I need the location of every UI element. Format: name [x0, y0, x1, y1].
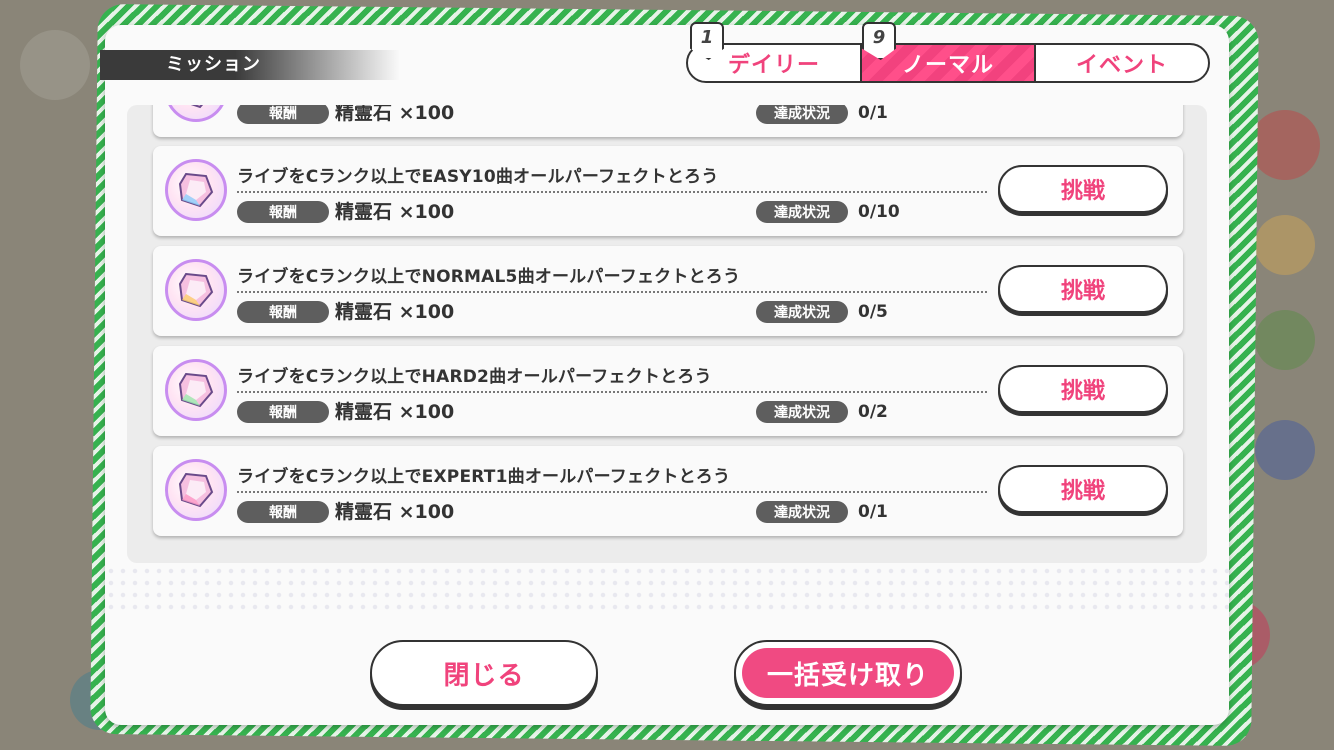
- spirit-stone-icon: [165, 105, 227, 122]
- mission-title: ライブをCランク以上でHARD2曲オールパーフェクトとろう: [237, 367, 712, 387]
- progress-value: 0/5: [858, 302, 888, 322]
- dialog-title: ミッション: [100, 50, 400, 80]
- background-blob: [1255, 420, 1315, 480]
- reward-label: 報酬: [237, 301, 329, 323]
- challenge-button[interactable]: 挑戦: [998, 465, 1168, 513]
- spirit-stone-icon: [165, 359, 227, 421]
- spirit-stone-icon: [165, 459, 227, 521]
- reward-value: 精霊石 ×100: [335, 201, 455, 223]
- list-item: 報酬 精霊石 ×100 達成状況 0/1: [153, 105, 1183, 137]
- tab-daily-label: デイリー: [727, 53, 820, 78]
- tab-event-label: イベント: [1075, 53, 1168, 78]
- status-label: 達成状況: [756, 301, 848, 323]
- mission-title: ライブをCランク以上でEXPERT1曲オールパーフェクトとろう: [237, 467, 731, 487]
- divider: [237, 391, 987, 393]
- reward-value: 精霊石 ×100: [335, 105, 455, 124]
- collect-all-button-label: 一括受け取り: [766, 660, 929, 691]
- spirit-stone-icon: [165, 159, 227, 221]
- progress-value: 0/1: [858, 502, 888, 522]
- reward-label: 報酬: [237, 501, 329, 523]
- mission-list[interactable]: 報酬 精霊石 ×100 達成状況 0/1 ライブをCランク以上でEASY10曲オ…: [127, 105, 1207, 563]
- divider: [237, 191, 987, 193]
- close-button-label: 閉じる: [443, 660, 525, 691]
- reward-label: 報酬: [237, 401, 329, 423]
- divider: [237, 291, 987, 293]
- background-blob: [1255, 310, 1315, 370]
- challenge-button[interactable]: 挑戦: [998, 365, 1168, 413]
- reward-value: 精霊石 ×100: [335, 401, 455, 423]
- mission-title: ライブをCランク以上でNORMAL5曲オールパーフェクトとろう: [237, 267, 741, 287]
- list-item: ライブをCランク以上でEXPERT1曲オールパーフェクトとろう 報酬 精霊石 ×…: [153, 446, 1183, 536]
- status-label: 達成状況: [756, 401, 848, 423]
- list-item: ライブをCランク以上でHARD2曲オールパーフェクトとろう 報酬 精霊石 ×10…: [153, 346, 1183, 436]
- challenge-button[interactable]: 挑戦: [998, 165, 1168, 213]
- status-label: 達成状況: [756, 105, 848, 124]
- background-blob: [20, 30, 90, 100]
- tab-normal-label: ノーマル: [901, 53, 994, 78]
- mission-title: ライブをCランク以上でEASY10曲オールパーフェクトとろう: [237, 167, 719, 187]
- collect-all-button[interactable]: 一括受け取り: [734, 640, 962, 706]
- progress-value: 0/1: [858, 105, 888, 123]
- list-item: ライブをCランク以上でEASY10曲オールパーフェクトとろう 報酬 精霊石 ×1…: [153, 146, 1183, 236]
- collect-all-button-face: 一括受け取り: [742, 648, 954, 698]
- spirit-stone-icon: [165, 259, 227, 321]
- challenge-button[interactable]: 挑戦: [998, 265, 1168, 313]
- close-button[interactable]: 閉じる: [370, 640, 598, 706]
- divider: [237, 491, 987, 493]
- background-blob: [1255, 215, 1315, 275]
- status-label: 達成状況: [756, 501, 848, 523]
- reward-label: 報酬: [237, 105, 329, 124]
- tab-event[interactable]: イベント: [1034, 45, 1208, 81]
- decorative-pattern: [105, 565, 1229, 615]
- reward-value: 精霊石 ×100: [335, 301, 455, 323]
- tab-bar: デイリー ノーマル イベント: [686, 43, 1210, 83]
- reward-label: 報酬: [237, 201, 329, 223]
- background-blob: [1250, 110, 1320, 180]
- status-label: 達成状況: [756, 201, 848, 223]
- reward-value: 精霊石 ×100: [335, 501, 455, 523]
- list-item: ライブをCランク以上でNORMAL5曲オールパーフェクトとろう 報酬 精霊石 ×…: [153, 246, 1183, 336]
- progress-value: 0/2: [858, 402, 888, 422]
- progress-value: 0/10: [858, 202, 900, 222]
